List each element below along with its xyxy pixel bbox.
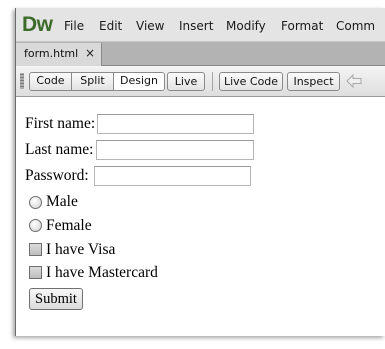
password-label: Password:	[25, 167, 89, 184]
toolbar-separator	[212, 72, 213, 91]
submit-button[interactable]: Submit	[29, 288, 83, 310]
male-radio[interactable]	[29, 196, 42, 209]
document-toolbar: Code Split Design Live Live Code Inspect	[16, 66, 385, 97]
dreamweaver-window: Dw File Edit View Insert Modify Format C…	[15, 8, 385, 336]
tab-label: form.html	[24, 47, 79, 60]
menu-file[interactable]: File	[64, 19, 84, 33]
app-logo: Dw	[22, 13, 53, 36]
live-code-button[interactable]: Live Code	[219, 72, 283, 91]
visa-label: I have Visa	[46, 241, 116, 258]
password-input[interactable]	[94, 166, 251, 186]
first-name-input[interactable]	[97, 114, 254, 134]
close-icon[interactable]: ×	[85, 46, 95, 60]
last-name-input[interactable]	[96, 140, 254, 160]
split-view-button[interactable]: Split	[72, 73, 114, 90]
menu-edit[interactable]: Edit	[99, 19, 122, 33]
female-label: Female	[46, 217, 92, 234]
menu-modify[interactable]: Modify	[226, 19, 266, 33]
inspect-button[interactable]: Inspect	[287, 72, 340, 91]
mastercard-checkbox[interactable]	[29, 266, 42, 279]
menu-bar: Dw File Edit View Insert Modify Format C…	[16, 8, 385, 42]
arrow-left-icon[interactable]	[346, 74, 362, 88]
design-view: First name: Last name: Password: Male Fe…	[16, 97, 385, 336]
live-view-button[interactable]: Live	[167, 72, 205, 91]
visa-checkbox[interactable]	[29, 243, 42, 256]
code-view-button[interactable]: Code	[30, 73, 72, 90]
menu-view[interactable]: View	[136, 19, 164, 33]
toolbar-grip-icon[interactable]	[20, 73, 24, 89]
male-label: Male	[46, 193, 78, 210]
last-name-label: Last name:	[25, 141, 94, 158]
tab-form-html[interactable]: form.html ×	[16, 43, 102, 66]
document-tab-strip: form.html ×	[16, 42, 385, 66]
mastercard-label: I have Mastercard	[46, 264, 158, 281]
menu-format[interactable]: Format	[281, 19, 323, 33]
menu-insert[interactable]: Insert	[179, 19, 213, 33]
female-radio[interactable]	[29, 219, 42, 232]
view-switcher: Code Split Design	[29, 72, 165, 91]
design-view-button[interactable]: Design	[114, 73, 164, 90]
menu-commands[interactable]: Comm	[336, 19, 375, 33]
first-name-label: First name:	[25, 115, 96, 132]
